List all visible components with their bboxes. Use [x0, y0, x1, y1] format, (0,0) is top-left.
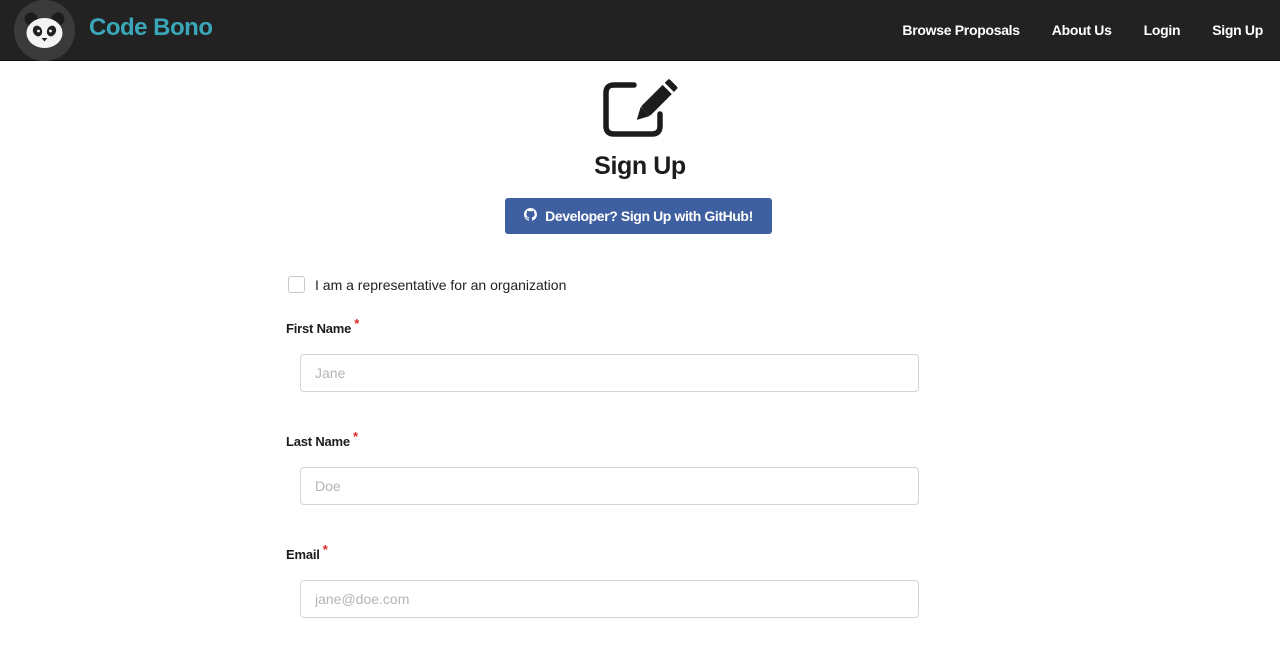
- required-asterisk: *: [322, 542, 328, 557]
- email-input[interactable]: [300, 580, 919, 618]
- github-signup-button[interactable]: Developer? Sign Up with GitHub!: [505, 198, 772, 234]
- first-name-label-text: First Name: [286, 321, 352, 336]
- main-nav: Browse Proposals About Us Login Sign Up: [886, 0, 1280, 61]
- required-asterisk: *: [354, 316, 360, 331]
- org-representative-label[interactable]: I am a representative for an organizatio…: [315, 277, 566, 293]
- panda-logo-icon[interactable]: [14, 0, 75, 61]
- nav-about-us[interactable]: About Us: [1036, 0, 1128, 61]
- brand-name[interactable]: Code Bono: [89, 14, 213, 42]
- email-label: Email *: [286, 542, 328, 562]
- github-button-label: Developer? Sign Up with GitHub!: [545, 208, 753, 224]
- last-name-label: Last Name *: [286, 429, 358, 449]
- required-asterisk: *: [352, 429, 358, 444]
- email-label-text: Email: [286, 547, 320, 562]
- page-title: Sign Up: [594, 152, 686, 180]
- github-icon: [524, 208, 538, 224]
- nav-sign-up[interactable]: Sign Up: [1196, 0, 1280, 61]
- nav-browse-proposals[interactable]: Browse Proposals: [886, 0, 1035, 61]
- edit-icon: [602, 78, 678, 140]
- org-checkbox-row: I am a representative for an organizatio…: [288, 276, 566, 293]
- org-representative-checkbox[interactable]: [288, 276, 305, 293]
- nav-login[interactable]: Login: [1128, 0, 1197, 61]
- first-name-label: First Name *: [286, 316, 359, 336]
- last-name-input[interactable]: [300, 467, 919, 505]
- first-name-input[interactable]: [300, 354, 919, 392]
- last-name-label-text: Last Name: [286, 434, 350, 449]
- top-navbar: Code Bono Browse Proposals About Us Logi…: [0, 0, 1280, 61]
